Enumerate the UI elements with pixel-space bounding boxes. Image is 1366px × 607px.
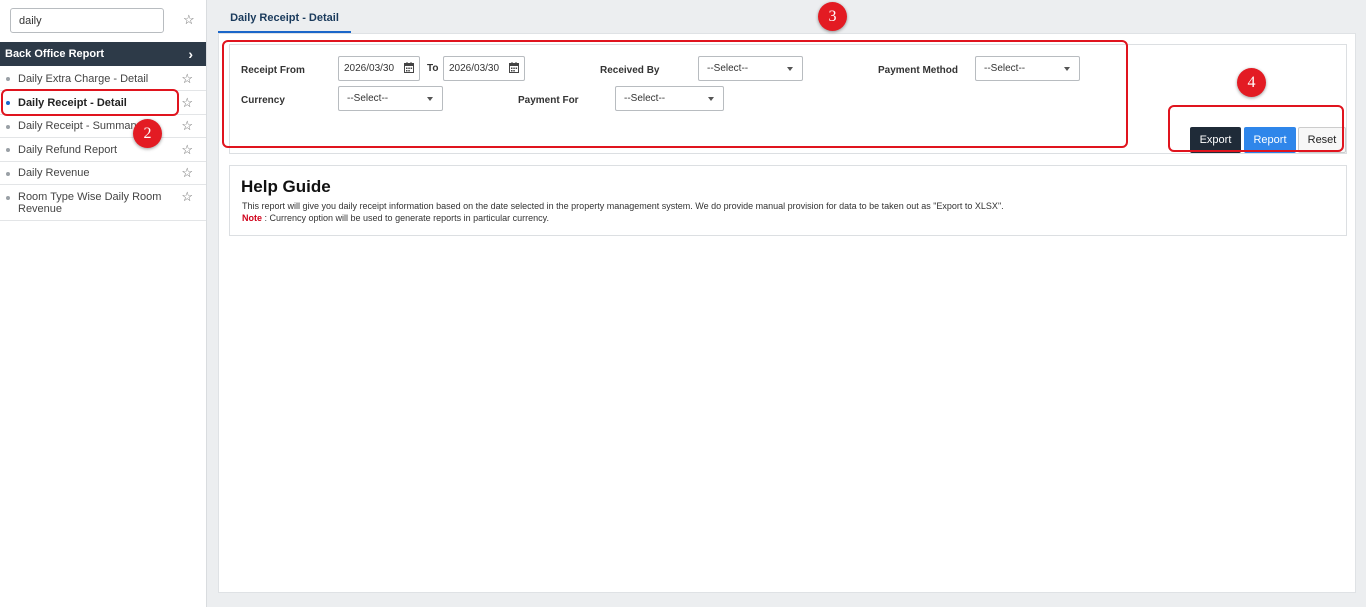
calendar-icon[interactable] bbox=[509, 62, 519, 73]
sidebar-item-daily-extra-charge-detail[interactable]: Daily Extra Charge - Detail ☆ bbox=[0, 67, 206, 91]
sidebar-item-daily-revenue[interactable]: Daily Revenue ☆ bbox=[0, 162, 206, 185]
received-by-label: Received By bbox=[600, 65, 660, 76]
section-header-back-office-report[interactable]: Back Office Report › bbox=[0, 42, 206, 66]
calendar-icon[interactable] bbox=[404, 62, 414, 73]
sidebar-item-daily-receipt-summary[interactable]: Daily Receipt - Summary ☆ bbox=[0, 115, 206, 138]
sidebar-item-label: Room Type Wise Daily Room Revenue bbox=[18, 191, 162, 215]
annotation-badge-2: 2 bbox=[133, 119, 162, 148]
help-guide-title: Help Guide bbox=[241, 177, 331, 196]
favorite-star-icon[interactable]: ☆ bbox=[181, 96, 193, 109]
chevron-right-icon: › bbox=[188, 46, 193, 62]
search-input[interactable] bbox=[11, 9, 163, 32]
caret-down-icon bbox=[708, 97, 714, 101]
caret-down-icon bbox=[787, 67, 793, 71]
receipt-from-label: Receipt From bbox=[241, 65, 305, 76]
to-date-value: 2026/03/30 bbox=[449, 63, 500, 74]
favorite-star-icon[interactable]: ☆ bbox=[181, 190, 193, 203]
favorite-star-icon[interactable]: ☆ bbox=[181, 143, 193, 156]
received-by-value: --Select-- bbox=[707, 63, 749, 74]
caret-down-icon bbox=[1064, 67, 1070, 71]
to-label: To bbox=[427, 63, 439, 74]
receipt-from-date-field[interactable]: 2026/03/30 bbox=[338, 56, 420, 81]
payment-method-value: --Select-- bbox=[984, 63, 1026, 74]
payment-method-select[interactable]: --Select-- bbox=[975, 56, 1080, 81]
currency-value: --Select-- bbox=[347, 93, 389, 104]
report-button[interactable]: Report bbox=[1244, 127, 1296, 153]
favorite-star-icon[interactable]: ☆ bbox=[183, 13, 195, 26]
annotation-badge-3: 3 bbox=[818, 2, 847, 31]
sidebar: ☆ Back Office Report › Daily Extra Charg… bbox=[0, 0, 207, 607]
section-title: Back Office Report bbox=[5, 48, 105, 60]
help-guide-panel: Help Guide This report will give you dai… bbox=[229, 165, 1347, 236]
tab-daily-receipt-detail[interactable]: Daily Receipt - Detail bbox=[218, 6, 351, 33]
payment-for-label: Payment For bbox=[518, 95, 579, 106]
received-by-select[interactable]: --Select-- bbox=[698, 56, 803, 81]
caret-down-icon bbox=[427, 97, 433, 101]
payment-for-value: --Select-- bbox=[624, 93, 666, 104]
sidebar-item-daily-refund-report[interactable]: Daily Refund Report ☆ bbox=[0, 138, 206, 162]
help-guide-text: This report will give you daily receipt … bbox=[242, 201, 1004, 211]
main-panel: Receipt From 2026/03/30 To 2026/03/30 Re… bbox=[218, 33, 1356, 593]
export-button[interactable]: Export bbox=[1190, 127, 1241, 153]
favorite-star-icon[interactable]: ☆ bbox=[181, 72, 193, 85]
note-text: : Currency option will be used to genera… bbox=[262, 213, 549, 223]
currency-select[interactable]: --Select-- bbox=[338, 86, 443, 111]
bullet-icon bbox=[6, 196, 10, 200]
payment-for-select[interactable]: --Select-- bbox=[615, 86, 724, 111]
filter-panel: Receipt From 2026/03/30 To 2026/03/30 Re… bbox=[229, 44, 1347, 154]
currency-label: Currency bbox=[241, 95, 285, 106]
sidebar-item-label: Daily Extra Charge - Detail bbox=[18, 73, 149, 85]
search-field[interactable] bbox=[10, 8, 164, 33]
annotation-badge-4: 4 bbox=[1237, 68, 1266, 97]
payment-method-label: Payment Method bbox=[878, 65, 959, 76]
favorite-star-icon[interactable]: ☆ bbox=[181, 119, 193, 132]
help-guide-note: Note : Currency option will be used to g… bbox=[242, 213, 549, 223]
note-label: Note bbox=[242, 213, 262, 223]
sidebar-item-daily-receipt-detail[interactable]: Daily Receipt - Detail ☆ bbox=[0, 91, 206, 115]
reset-button[interactable]: Reset bbox=[1298, 127, 1346, 153]
sidebar-item-label: Daily Receipt - Detail bbox=[18, 97, 127, 109]
bullet-icon bbox=[6, 77, 10, 81]
sidebar-item-room-type-wise-daily-room-revenue[interactable]: Room Type Wise Daily Room Revenue ☆ bbox=[0, 185, 206, 221]
bullet-icon bbox=[6, 148, 10, 152]
bullet-icon bbox=[6, 101, 10, 105]
sidebar-item-label: Daily Revenue bbox=[18, 167, 90, 179]
bullet-icon bbox=[6, 172, 10, 176]
receipt-from-date-value: 2026/03/30 bbox=[344, 63, 395, 74]
sidebar-item-label: Daily Receipt - Summary bbox=[18, 120, 140, 132]
sidebar-item-label: Daily Refund Report bbox=[18, 144, 118, 156]
bullet-icon bbox=[6, 125, 10, 129]
to-date-field[interactable]: 2026/03/30 bbox=[443, 56, 525, 81]
favorite-star-icon[interactable]: ☆ bbox=[181, 166, 193, 179]
